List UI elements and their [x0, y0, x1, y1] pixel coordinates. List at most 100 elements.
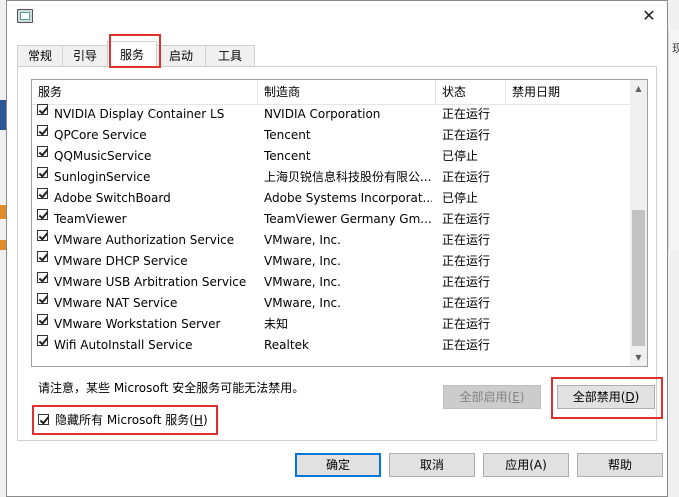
column-header-service[interactable]: 服务 — [32, 80, 258, 104]
service-name: VMware USB Arbitration Service — [54, 275, 247, 289]
service-status: 已停止 — [442, 191, 479, 205]
help-button[interactable]: 帮助 — [577, 453, 663, 477]
title-bar: ✕ — [7, 1, 667, 31]
service-checkbox-checked-icon[interactable] — [37, 125, 48, 136]
service-manufacturer: Tencent — [264, 149, 311, 163]
service-row[interactable]: QQMusicService Tencent 已停止 — [32, 146, 632, 167]
service-name: Adobe SwitchBoard — [54, 191, 171, 205]
enable-all-label: 全部启用( — [459, 390, 513, 404]
security-services-note: 请注意，某些 Microsoft 安全服务可能无法禁用。 — [38, 381, 305, 395]
service-checkbox-checked-icon[interactable] — [37, 314, 48, 325]
tab-general[interactable]: 常规 — [17, 45, 63, 66]
service-checkbox-checked-icon[interactable] — [37, 188, 48, 199]
list-header: 服务 制造商 状态 禁用日期 — [32, 80, 632, 105]
service-manufacturer: NVIDIA Corporation — [264, 107, 381, 121]
service-name: TeamViewer — [54, 212, 127, 226]
service-checkbox-checked-icon[interactable] — [37, 251, 48, 262]
close-button[interactable]: ✕ — [637, 5, 661, 27]
column-header-status[interactable]: 状态 — [436, 80, 506, 104]
service-name: VMware DHCP Service — [54, 254, 188, 268]
services-panel: 服务 制造商 状态 禁用日期 NVIDIA Display Container … — [17, 66, 663, 441]
service-name: QPCore Service — [54, 128, 147, 142]
service-row[interactable]: VMware DHCP Service VMware, Inc. 正在运行 — [32, 251, 632, 272]
background-window: 现 — [668, 30, 679, 250]
hide-microsoft-services-label: 隐藏所有 Microsoft 服务(H) — [55, 411, 208, 429]
checkbox-checked-icon[interactable] — [38, 414, 49, 425]
service-status: 正在运行 — [442, 275, 491, 289]
service-name: VMware Workstation Server — [54, 317, 221, 331]
cancel-button[interactable]: 取消 — [389, 453, 475, 477]
service-row[interactable]: VMware NAT Service VMware, Inc. 正在运行 — [32, 293, 632, 314]
disable-all-label-end: ) — [634, 390, 640, 404]
service-status: 正在运行 — [442, 317, 491, 331]
service-name: NVIDIA Display Container LS — [54, 107, 225, 121]
service-status: 正在运行 — [442, 254, 491, 268]
service-row[interactable]: QPCore Service Tencent 正在运行 — [32, 125, 632, 146]
scroll-down-arrow-icon[interactable]: ▼ — [630, 349, 647, 366]
service-status: 正在运行 — [442, 107, 491, 121]
service-checkbox-checked-icon[interactable] — [37, 146, 48, 157]
service-name: Wifi AutoInstall Service — [54, 338, 193, 352]
service-checkbox-checked-icon[interactable] — [37, 209, 48, 220]
service-row[interactable]: Adobe SwitchBoard Adobe Systems Incorpora… — [32, 188, 632, 209]
service-manufacturer: Tencent — [264, 128, 311, 142]
service-row[interactable]: VMware Authorization Service VMware, Inc.… — [32, 230, 632, 251]
ok-button[interactable]: 确定 — [295, 453, 381, 477]
background-text: 现 — [672, 42, 679, 55]
service-name: VMware NAT Service — [54, 296, 178, 310]
service-checkbox-checked-icon[interactable] — [37, 167, 48, 178]
service-name: VMware Authorization Service — [54, 233, 235, 247]
service-status: 正在运行 — [442, 212, 491, 226]
scrollbar-thumb[interactable] — [632, 210, 645, 346]
service-status: 已停止 — [442, 149, 479, 163]
service-row[interactable]: TeamViewer TeamViewer Germany Gm... 正在运行 — [32, 209, 632, 230]
disable-all-button[interactable]: 全部禁用(D) — [557, 385, 655, 409]
disable-all-accelerator: D — [625, 390, 635, 404]
service-status: 正在运行 — [442, 296, 491, 310]
service-manufacturer: VMware, Inc. — [264, 296, 341, 310]
msconfig-app-icon — [17, 9, 33, 23]
service-manufacturer: 上海贝锐信息科技股份有限公... — [264, 170, 432, 184]
service-checkbox-checked-icon[interactable] — [37, 230, 48, 241]
tab-startup[interactable]: 启动 — [156, 45, 206, 66]
service-row[interactable]: Wifi AutoInstall Service Realtek 正在运行 — [32, 335, 632, 356]
service-name: SunloginService — [54, 170, 151, 184]
service-manufacturer: 未知 — [264, 317, 289, 331]
service-row[interactable]: SunloginService 上海贝锐信息科技股份有限公... 正在运行 — [32, 167, 632, 188]
service-status: 正在运行 — [442, 338, 491, 352]
service-row[interactable]: VMware Workstation Server 未知 正在运行 — [32, 314, 632, 335]
hide-ms-text-end: ) — [202, 413, 208, 427]
scroll-up-arrow-icon[interactable]: ▲ — [630, 80, 647, 97]
service-checkbox-checked-icon[interactable] — [37, 335, 48, 346]
services-list: 服务 制造商 状态 禁用日期 NVIDIA Display Container … — [31, 79, 648, 367]
enable-all-label-end: ) — [519, 390, 525, 404]
service-checkbox-checked-icon[interactable] — [37, 293, 48, 304]
enable-all-button[interactable]: 全部启用(E) — [443, 385, 541, 409]
hide-ms-text: 隐藏所有 Microsoft 服务( — [55, 413, 194, 427]
apply-button[interactable]: 应用(A) — [483, 453, 569, 477]
service-status: 正在运行 — [442, 128, 491, 142]
tab-services[interactable]: 服务 — [107, 41, 157, 67]
enable-all-accelerator: E — [512, 390, 520, 404]
disable-all-label: 全部禁用( — [572, 390, 626, 404]
service-row[interactable]: VMware USB Arbitration Service VMware, In… — [32, 272, 632, 293]
service-manufacturer: TeamViewer Germany Gm... — [264, 212, 432, 226]
service-checkbox-checked-icon[interactable] — [37, 272, 48, 283]
service-manufacturer: VMware, Inc. — [264, 254, 341, 268]
hide-ms-accelerator: H — [193, 413, 203, 427]
service-checkbox-checked-icon[interactable] — [37, 104, 48, 115]
service-manufacturer: VMware, Inc. — [264, 275, 341, 289]
service-name: QQMusicService — [54, 149, 152, 163]
tab-tools[interactable]: 工具 — [205, 45, 255, 66]
service-rows: NVIDIA Display Container LS NVIDIA Corpor… — [32, 104, 632, 356]
column-header-manufacturer[interactable]: 制造商 — [258, 80, 436, 104]
vertical-scrollbar[interactable]: ▲ ▼ — [630, 80, 647, 366]
service-manufacturer: VMware, Inc. — [264, 233, 341, 247]
service-status: 正在运行 — [442, 170, 491, 184]
system-configuration-dialog: ✕ 常规 引导 服务 启动 工具 服务 制造商 状态 禁用日期 NVIDIA D… — [6, 0, 668, 497]
service-status: 正在运行 — [442, 233, 491, 247]
service-row[interactable]: NVIDIA Display Container LS NVIDIA Corpor… — [32, 104, 632, 125]
service-manufacturer: Adobe Systems Incorporat... — [264, 191, 432, 205]
tab-boot[interactable]: 引导 — [62, 45, 108, 66]
column-header-disabled-date[interactable]: 禁用日期 — [506, 80, 632, 104]
